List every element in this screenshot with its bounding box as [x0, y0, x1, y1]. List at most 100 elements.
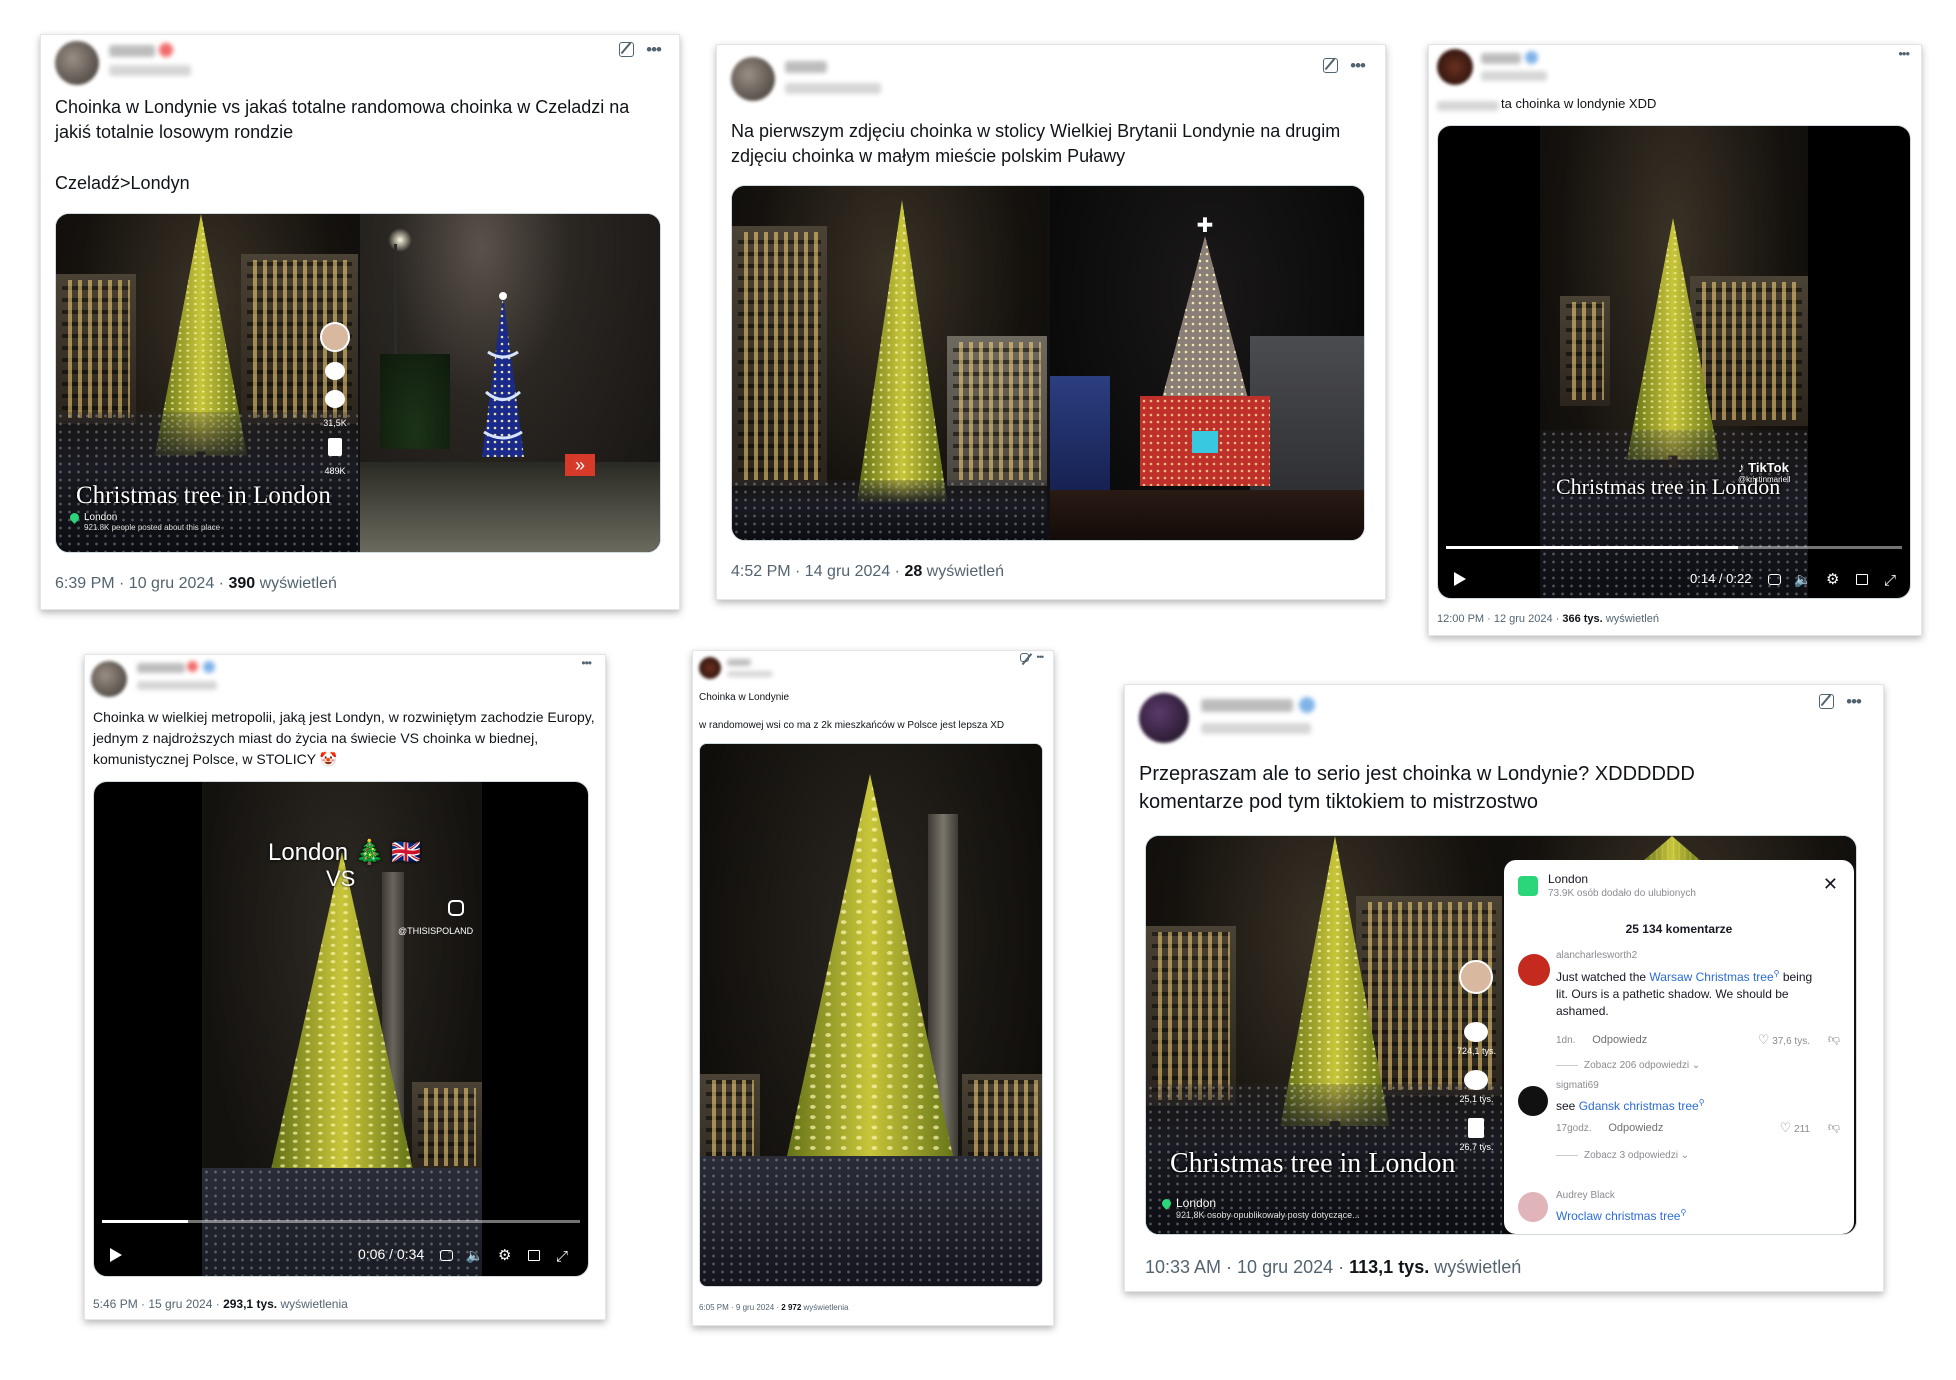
- more-icon[interactable]: •••: [1037, 653, 1045, 662]
- more-icon[interactable]: •••: [1898, 47, 1910, 60]
- view-replies[interactable]: Zobacz 3 odpowiedzi ⌄: [1556, 1150, 1689, 1161]
- avatar[interactable]: [1518, 1086, 1548, 1116]
- post-card-3[interactable]: ••• ta choinka w londynie XDD ♪ TikTok @…: [1428, 44, 1922, 636]
- location-tag[interactable]: London 921.8K people posted about this p…: [68, 510, 220, 532]
- more-icon[interactable]: •••: [581, 657, 592, 669]
- photo-london[interactable]: [732, 186, 1047, 540]
- comment-user[interactable]: Audrey Black: [1556, 1190, 1615, 1201]
- avatar[interactable]: [1437, 49, 1473, 85]
- close-icon[interactable]: ✕: [1823, 874, 1838, 895]
- avatar[interactable]: [55, 41, 99, 85]
- post-card-1[interactable]: ••• Choinka w Londynie vs jakaś totalne …: [40, 34, 680, 610]
- verified-badge: [1525, 51, 1538, 64]
- volume-icon[interactable]: 🔈: [466, 1247, 483, 1264]
- location-pin-icon: [68, 510, 81, 524]
- avatar[interactable]: [1518, 1192, 1548, 1222]
- post-card-2[interactable]: ••• Na pierwszym zdjęciu choinka w stoli…: [716, 44, 1386, 600]
- post-card-6[interactable]: ••• Przepraszam ale to serio jest choink…: [1124, 684, 1884, 1292]
- post-media[interactable]: [699, 743, 1043, 1287]
- comment-icon[interactable]: [325, 390, 345, 408]
- volume-icon[interactable]: 🔈: [1794, 571, 1811, 588]
- like-icon[interactable]: [1464, 1022, 1489, 1042]
- comment-user[interactable]: sigmati69: [1556, 1080, 1599, 1091]
- fullscreen-icon[interactable]: ⤢: [1884, 572, 1896, 589]
- location-tag[interactable]: London 921,8K osoby opublikowały posty d…: [1160, 1196, 1360, 1220]
- pip-icon[interactable]: [1856, 574, 1868, 585]
- play-icon[interactable]: [1454, 572, 1466, 586]
- post-text: Przepraszam ale to serio jest choinka w …: [1139, 763, 1695, 813]
- settings-icon[interactable]: ⚙: [1826, 570, 1839, 588]
- video-player[interactable]: London 🎄 🇬🇧 VS @THISISPOLAND 0:06 / 0:34…: [93, 781, 589, 1277]
- like-button[interactable]: ♡ 37,6 tys.: [1758, 1032, 1810, 1048]
- edit-icon[interactable]: [619, 42, 635, 57]
- post-header: •••: [1125, 685, 1883, 745]
- more-icon[interactable]: •••: [1350, 57, 1366, 74]
- dislike-icon[interactable]: 👎︎: [1828, 1120, 1840, 1135]
- settings-icon[interactable]: ⚙: [498, 1246, 511, 1264]
- panel-title: London: [1548, 872, 1589, 886]
- play-icon[interactable]: [110, 1248, 122, 1262]
- creator-avatar[interactable]: [1459, 960, 1494, 994]
- search-link[interactable]: Wroclaw christmas tree: [1556, 1209, 1680, 1223]
- search-link[interactable]: Warsaw Christmas tree: [1649, 970, 1773, 984]
- tiktok-video-frame[interactable]: Christmas tree in London London 921,8K o…: [1146, 836, 1502, 1234]
- bookmark-icon[interactable]: [328, 438, 342, 456]
- bookmark-icon[interactable]: [1468, 1118, 1485, 1138]
- video-controls: 0:06 / 0:34 🔈 ⚙ ⤢: [94, 1216, 588, 1276]
- avatar[interactable]: [1518, 954, 1550, 986]
- author-name-redacted: [1201, 699, 1293, 712]
- post-media[interactable]: Christmas tree in London London 921,8K o…: [1145, 835, 1857, 1235]
- comment-user[interactable]: alancharlesworth2: [1556, 950, 1637, 961]
- post-media[interactable]: ✚: [731, 185, 1365, 541]
- author-name-redacted: [785, 61, 827, 73]
- video-controls: 0:14 / 0:22 🔈 ⚙ ⤢: [1438, 542, 1910, 598]
- location-pin-icon: [1518, 876, 1538, 896]
- more-icon[interactable]: •••: [646, 41, 662, 58]
- like-icon[interactable]: [325, 362, 345, 380]
- reply-button[interactable]: Odpowiedz: [1592, 1034, 1647, 1046]
- video-progress[interactable]: [102, 1220, 580, 1223]
- post-text-2: w randomowej wsi co ma z 2k mieszkańców …: [699, 720, 1005, 731]
- avatar[interactable]: [91, 661, 127, 697]
- overlay-caption: Christmas tree in London: [76, 482, 331, 509]
- captions-icon[interactable]: [1768, 574, 1781, 585]
- edit-icon[interactable]: [1323, 58, 1339, 73]
- video-player[interactable]: ♪ TikTok @kristinmariell Christmas tree …: [1437, 125, 1911, 599]
- photo-czeladz[interactable]: »: [360, 214, 660, 552]
- video-progress[interactable]: [1446, 546, 1902, 549]
- post-card-5[interactable]: ••• Choinka w Londynie w randomowej wsi …: [692, 650, 1054, 1326]
- view-count: 293,1 tys.: [223, 1297, 278, 1311]
- reply-button[interactable]: Odpowiedz: [1608, 1122, 1663, 1134]
- post-media[interactable]: Christmas tree in London London 921.8K p…: [55, 213, 661, 553]
- more-icon[interactable]: •••: [1846, 693, 1862, 710]
- author-handle-redacted: [137, 681, 217, 690]
- view-count: 390: [228, 575, 256, 592]
- photo-london[interactable]: Christmas tree in London London 921.8K p…: [56, 214, 358, 552]
- edit-icon[interactable]: [1819, 694, 1835, 709]
- tiktok-side-actions: 31,5K 489K: [320, 322, 350, 476]
- avatar[interactable]: [1139, 693, 1189, 743]
- view-replies[interactable]: Zobacz 206 odpowiedzi ⌄: [1556, 1060, 1700, 1071]
- comment-meta: 1dn. Odpowiedz: [1556, 1034, 1648, 1046]
- photo-london[interactable]: [700, 744, 1042, 1286]
- edit-icon[interactable]: [1019, 653, 1029, 662]
- instagram-icon: [448, 900, 464, 916]
- captions-icon[interactable]: [440, 1250, 453, 1261]
- christmas-tree: [847, 200, 957, 520]
- christmas-tree: [252, 852, 432, 1202]
- comments-panel: London 73.9K osób dodało do ulubionych ✕…: [1504, 860, 1854, 1234]
- pip-icon[interactable]: [528, 1250, 540, 1261]
- post-card-4[interactable]: ••• Choinka w wielkiej metropolii, jaką …: [84, 654, 606, 1320]
- dislike-icon[interactable]: 👎︎: [1828, 1032, 1840, 1047]
- avatar[interactable]: [731, 57, 775, 101]
- comment-icon[interactable]: [1464, 1070, 1489, 1090]
- creator-avatar[interactable]: [320, 322, 350, 352]
- author-handle-redacted: [1481, 71, 1547, 81]
- heart-emoji: [187, 661, 198, 672]
- fullscreen-icon[interactable]: ⤢: [556, 1248, 568, 1265]
- christmas-tree: [760, 774, 980, 1214]
- search-link[interactable]: Gdansk christmas tree: [1579, 1099, 1699, 1113]
- avatar[interactable]: [699, 657, 721, 679]
- like-button[interactable]: ♡ 211: [1780, 1120, 1810, 1136]
- photo-pulawy[interactable]: ✚: [1050, 186, 1364, 540]
